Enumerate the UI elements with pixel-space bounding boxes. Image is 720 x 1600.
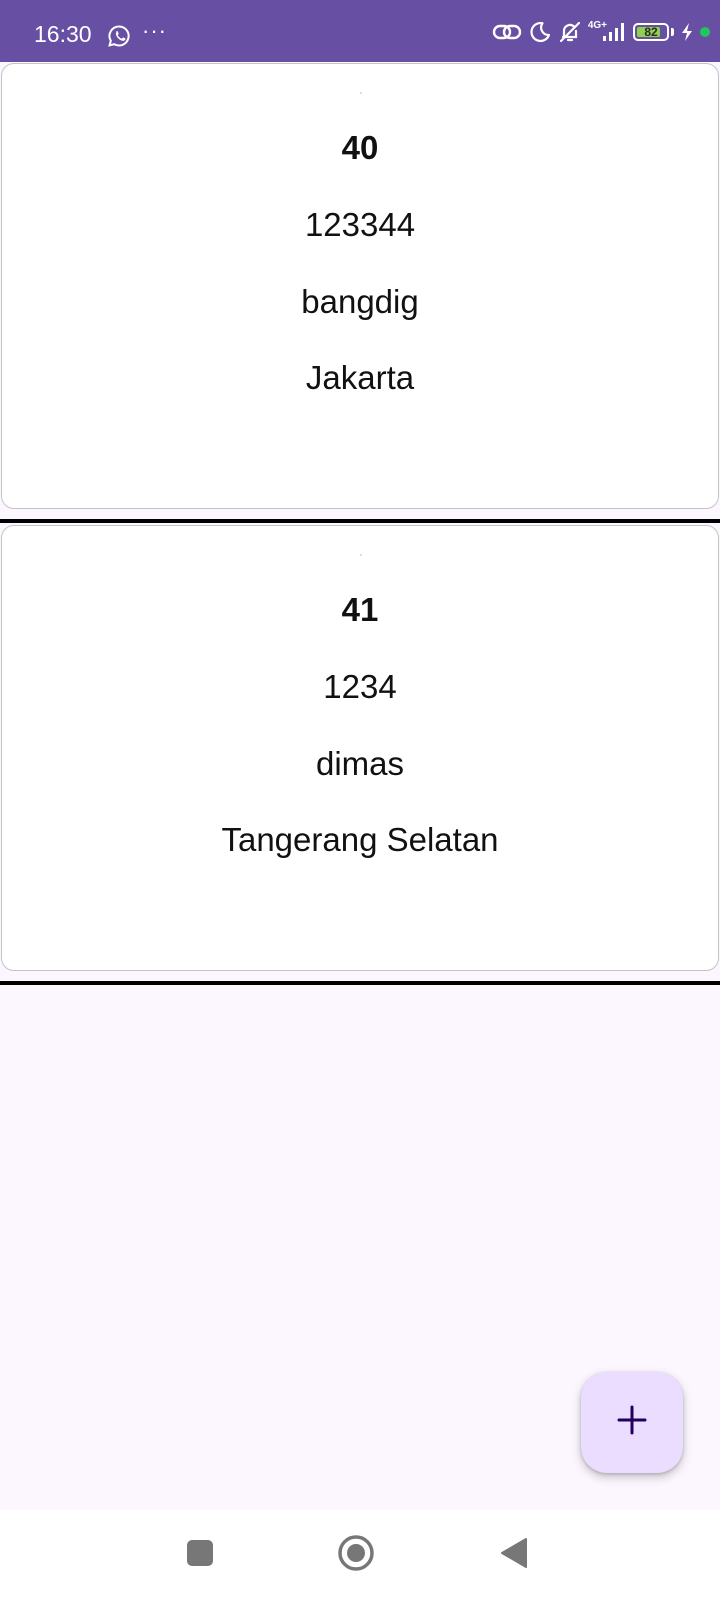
record-name: bangdig [301,283,419,320]
link-icon [492,20,522,44]
status-icons: 4G+ 82 [492,18,710,46]
add-record-button[interactable] [581,1372,683,1473]
status-time: 16:30 [34,21,92,47]
card-image-placeholder [360,554,362,556]
card-divider [0,519,720,523]
plus-icon [615,1403,649,1442]
navigation-bar [0,1510,720,1600]
status-bar: 16:30 ··· 4G+ 82 [0,0,720,62]
record-number: 1234 [323,668,397,705]
record-name: dimas [315,745,405,782]
card-divider [0,981,720,985]
whatsapp-icon [107,24,131,48]
back-icon [499,1537,529,1574]
battery-tip [671,28,674,36]
network-type-label: 4G+ [587,20,607,31]
back-button[interactable] [484,1510,544,1600]
bell-off-icon [558,20,582,44]
moon-icon [528,20,552,44]
record-city: Tangerang Selatan [221,821,499,858]
record-city: Jakarta [305,359,415,396]
home-icon [337,1534,375,1577]
record-card[interactable]: 40 123344 bangdig Jakarta [1,63,719,509]
overflow-dots-icon: ··· [142,18,167,43]
charging-bolt-icon [680,22,694,42]
charging-dot [700,27,710,37]
record-id: 41 [341,591,379,628]
home-button[interactable] [326,1510,386,1600]
recents-icon [186,1539,214,1572]
recents-button[interactable] [170,1510,230,1600]
battery-level-text: 82 [644,25,658,39]
battery-icon: 82 [633,23,669,41]
record-number: 123344 [304,206,416,243]
record-card[interactable]: 41 1234 dimas Tangerang Selatan [1,525,719,971]
card-image-placeholder [360,92,362,94]
record-id: 40 [341,129,379,166]
